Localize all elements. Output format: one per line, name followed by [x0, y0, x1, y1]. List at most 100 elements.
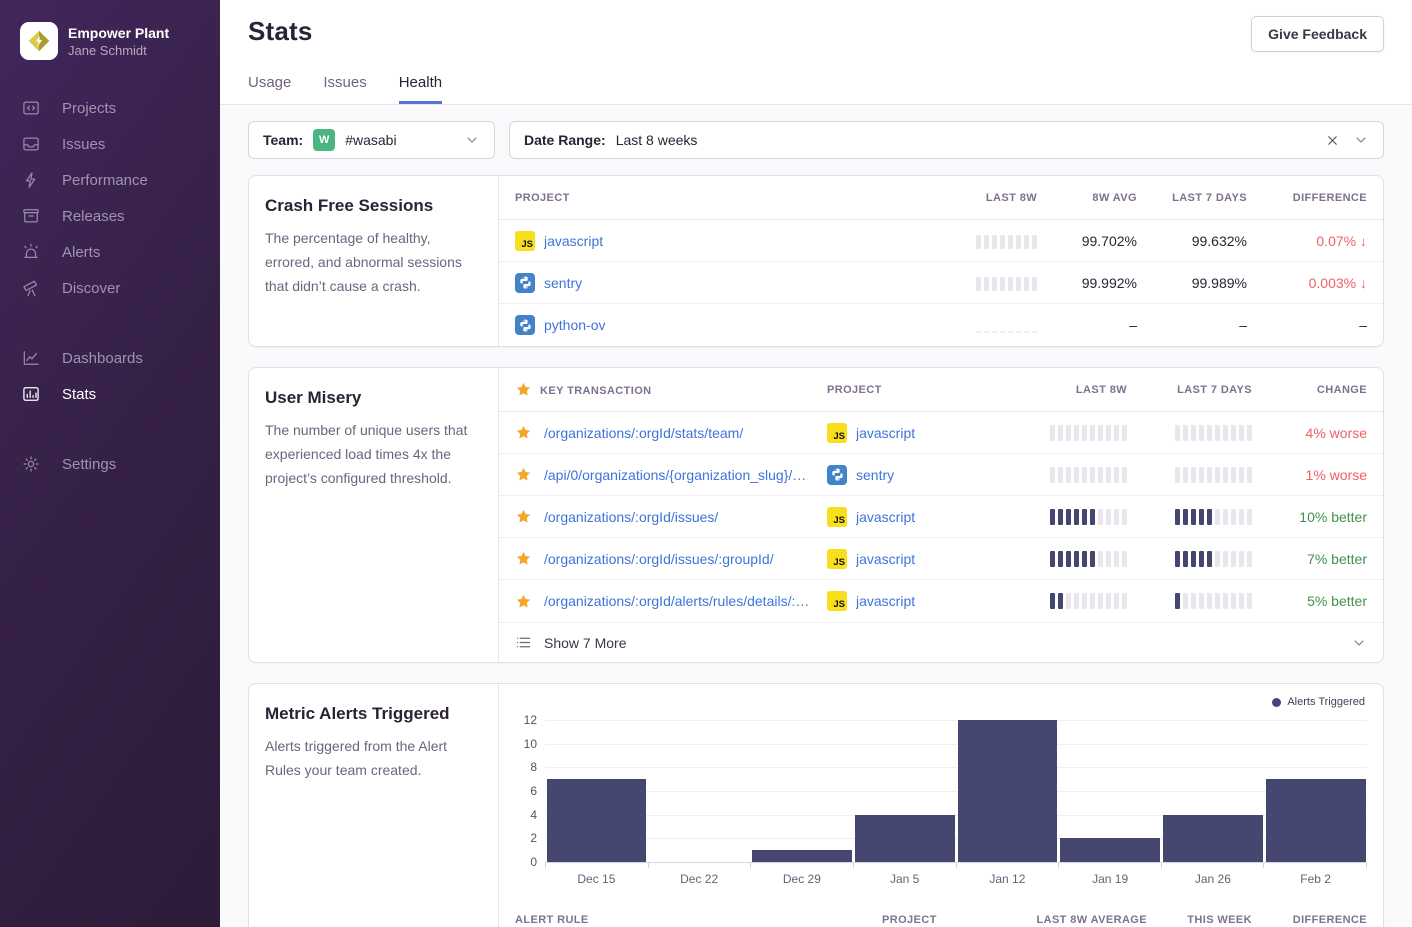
star-icon[interactable]	[515, 424, 532, 441]
table-row: JSjavascript99.702%99.632%0.07% ↓	[499, 220, 1383, 262]
sidebar-item-issues[interactable]: Issues	[20, 126, 220, 162]
sidebar-item-discover[interactable]: Discover	[20, 270, 220, 306]
sidebar-item-label: Releases	[62, 208, 125, 225]
sparkline-bars	[1050, 467, 1127, 483]
transaction-link[interactable]: /organizations/:orgId/issues/	[544, 509, 718, 525]
nav-section-0: Projects Issues Performance Releases AlertsD…	[20, 90, 220, 306]
star-icon[interactable]	[515, 508, 532, 525]
user-misery-description: The number of unique users that experien…	[265, 418, 480, 490]
column-header: Project	[515, 192, 917, 204]
last7-value: –	[1239, 317, 1247, 333]
crash-free-sessions-panel: Crash Free Sessions The percentage of he…	[248, 175, 1384, 347]
sparkline-bars	[1175, 593, 1252, 609]
python-platform-badge	[827, 465, 847, 485]
javascript-icon: JS	[827, 423, 847, 443]
sidebar-item-performance[interactable]: Performance	[20, 162, 220, 198]
sparkline-bars	[1175, 425, 1252, 441]
give-feedback-button[interactable]: Give Feedback	[1251, 16, 1384, 52]
legend-item-alerts-triggered[interactable]: Alerts Triggered	[1272, 696, 1365, 708]
sparkline-bars	[1175, 509, 1252, 525]
change-value: 10% better	[1299, 509, 1367, 525]
sidebar-item-dashboards[interactable]: Dashboards	[20, 340, 220, 376]
difference-value: –	[1359, 317, 1367, 333]
bar	[1060, 838, 1160, 862]
table-row: /organizations/:orgId/issues/:groupId/JS…	[499, 538, 1383, 580]
date-range-select[interactable]: Date Range: Last 8 weeks	[509, 121, 1384, 159]
project-link[interactable]: javascript	[856, 425, 915, 441]
project-link[interactable]: sentry	[856, 467, 894, 483]
sparkline-bars	[976, 275, 1037, 291]
project-link[interactable]: python-ov	[544, 317, 605, 333]
sidebar-item-settings[interactable]: Settings	[20, 446, 220, 482]
x-axis-label: Jan 12	[956, 872, 1059, 886]
y-axis-label: 10	[524, 737, 537, 751]
column-header: Last 8W	[986, 192, 1037, 204]
transaction-link[interactable]: /organizations/:orgId/alerts/rules/detai…	[544, 593, 813, 609]
user-misery-table-rows: /organizations/:orgId/stats/team/JS javas…	[499, 412, 1383, 622]
issues-icon	[20, 133, 42, 155]
star-icon[interactable]	[515, 593, 532, 610]
tab-issues[interactable]: Issues	[323, 74, 366, 104]
org-switcher[interactable]: Empower Plant Jane Schmidt	[20, 22, 220, 60]
table-row: python-ov–––	[499, 304, 1383, 346]
avg-value: 99.702%	[1082, 233, 1137, 249]
difference-value: 0.003% ↓	[1309, 275, 1367, 291]
main-area: Stats Give Feedback UsageIssuesHealth Te…	[220, 0, 1412, 927]
bar	[855, 815, 955, 862]
nav-section-2: Settings	[20, 446, 220, 482]
sidebar-item-label: Performance	[62, 172, 148, 189]
sparkline-bars	[1050, 509, 1127, 525]
python-platform-badge	[515, 273, 535, 293]
x-axis-label: Dec 29	[751, 872, 854, 886]
sidebar-item-label: Dashboards	[62, 350, 143, 367]
python-icon	[518, 318, 533, 333]
show-more-button[interactable]: Show 7 More	[499, 622, 1383, 662]
transaction-link[interactable]: /api/0/organizations/{organization_slug}…	[544, 467, 813, 483]
sidebar-item-label: Settings	[62, 456, 116, 473]
sidebar-item-label: Projects	[62, 100, 116, 117]
column-header: 8W Avg	[1092, 192, 1137, 204]
clear-date-button[interactable]	[1321, 129, 1343, 151]
star-icon[interactable]	[515, 550, 532, 567]
y-axis-label: 6	[530, 784, 537, 798]
team-label: Team:	[263, 132, 303, 148]
project-link[interactable]: javascript	[544, 233, 603, 249]
star-icon	[515, 381, 532, 398]
column-header: Last 7 Days	[1177, 384, 1252, 396]
tab-usage[interactable]: Usage	[248, 74, 291, 104]
sidebar-item-releases[interactable]: Releases	[20, 198, 220, 234]
project-link[interactable]: javascript	[856, 509, 915, 525]
project-link[interactable]: sentry	[544, 275, 582, 291]
sidebar-item-stats[interactable]: Stats	[20, 376, 220, 412]
x-axis-label: Dec 22	[648, 872, 751, 886]
crash-free-table-header: ProjectLast 8W8W AvgLast 7 DaysDifferenc…	[499, 176, 1383, 220]
date-range-value: Last 8 weeks	[616, 132, 698, 148]
python-platform-badge	[515, 315, 535, 335]
transaction-link[interactable]: /organizations/:orgId/issues/:groupId/	[544, 551, 774, 567]
change-value: 5% better	[1307, 593, 1367, 609]
close-icon	[1325, 133, 1340, 148]
transaction-link[interactable]: /organizations/:orgId/stats/team/	[544, 425, 743, 441]
sidebar-item-projects[interactable]: Projects	[20, 90, 220, 126]
x-axis-labels: Dec 15Dec 22Dec 29Jan 5Jan 12Jan 19Jan 2…	[545, 868, 1367, 898]
javascript-icon: JS	[827, 549, 847, 569]
project-link[interactable]: javascript	[856, 551, 915, 567]
bar	[752, 850, 852, 862]
table-row: /api/0/organizations/{organization_slug}…	[499, 454, 1383, 496]
bar-series	[545, 720, 1367, 862]
crash-free-info: Crash Free Sessions The percentage of he…	[249, 176, 499, 346]
tab-health[interactable]: Health	[399, 74, 442, 104]
sidebar-item-alerts[interactable]: Alerts	[20, 234, 220, 270]
star-icon[interactable]	[515, 466, 532, 483]
sidebar-nav: ProjectsIssuesPerformanceReleasesAlertsD…	[20, 90, 220, 482]
x-axis-label: Jan 5	[853, 872, 956, 886]
bar	[1163, 815, 1263, 862]
project-link[interactable]: javascript	[856, 593, 915, 609]
difference-value: 0.07% ↓	[1316, 233, 1367, 249]
content: Team: W #wasabi Date Range: Last 8 weeks	[220, 105, 1412, 927]
bar	[547, 779, 647, 862]
column-header: Last 8W	[1076, 384, 1127, 396]
table-row: /organizations/:orgId/alerts/rules/detai…	[499, 580, 1383, 622]
column-header: Last 7 Days	[1172, 192, 1247, 204]
team-select[interactable]: Team: W #wasabi	[248, 121, 495, 159]
